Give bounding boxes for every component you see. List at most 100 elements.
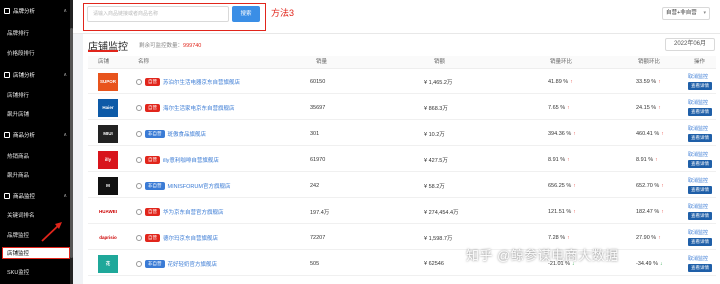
view-details-button[interactable]: 查看详情	[688, 82, 712, 90]
actions-cell: 取消监控 查看详情	[688, 95, 712, 120]
cancel-monitor-link[interactable]: 取消监控	[688, 99, 708, 106]
store-icon	[4, 72, 10, 78]
store-name-link[interactable]: 斑傲食品旗舰店	[168, 130, 207, 138]
cancel-monitor-link[interactable]: 取消监控	[688, 255, 708, 262]
trend-arrow-icon: ↑	[658, 104, 661, 111]
sidebar-scrollbar[interactable]	[70, 0, 73, 284]
sidebar-item-13[interactable]: SKU监控	[0, 266, 73, 278]
view-details-button[interactable]: 查看详情	[688, 238, 712, 246]
view-details-button[interactable]: 查看详情	[688, 264, 712, 272]
revenue-cell: ¥ 1,465.2万	[424, 69, 452, 94]
store-name-link[interactable]: 华为京东自营官方旗舰店	[163, 208, 224, 216]
revenue-cell: ¥ 1,598.7万	[424, 225, 452, 250]
remaining-quota: 剩余可监控数量：999740	[139, 41, 201, 49]
store-logo: MIUI	[98, 124, 118, 143]
remaining-quota-value: 999740	[183, 43, 202, 49]
store-name-link[interactable]: illy意利咖啡自营旗舰店	[163, 156, 219, 164]
sales-cell: 197.4万	[310, 199, 329, 224]
sales-cell: 60150	[310, 69, 325, 94]
sidebar-item-11[interactable]: 品牌监控	[0, 229, 73, 241]
store-type-badge: 非自营	[145, 129, 165, 138]
chevron-up-icon: ∧	[63, 8, 67, 14]
store-name-link[interactable]: MINISFORUM官方旗舰店	[168, 182, 231, 190]
store-type-value: 自营+非自营	[666, 10, 697, 16]
sales-value: 505	[310, 260, 320, 267]
store-type-badge: 非自营	[145, 181, 165, 190]
sidebar-item-1[interactable]: 品牌排行	[0, 27, 73, 39]
select-radio[interactable]	[136, 234, 142, 241]
cancel-monitor-link[interactable]: 取消监控	[688, 177, 708, 184]
table-row: SUPOR 自营 苏泊尔生活电器京东自营旗舰店 60150 ¥ 1,465.2万…	[88, 69, 716, 94]
sidebar-item-2[interactable]: 价格段排行	[0, 47, 73, 59]
select-radio[interactable]	[136, 208, 142, 215]
actions-cell: 取消监控 查看详情	[688, 173, 712, 198]
store-logo: 花	[98, 254, 118, 273]
table-header: 店铺 名称 销量 销额 销量环比 销额环比 操作	[88, 56, 716, 69]
revenue-mom-cell: -34.49 % ↓	[636, 251, 663, 276]
sidebar-item-10[interactable]: 关键词排名	[0, 209, 73, 221]
trend-arrow-icon: ↑	[661, 130, 664, 137]
view-details-button[interactable]: 查看详情	[688, 160, 712, 168]
sidebar-item-4[interactable]: 店铺排行	[0, 89, 73, 101]
select-radio[interactable]	[136, 156, 142, 163]
revenue-mom-cell: 460.41 % ↑	[636, 121, 664, 146]
view-details-button[interactable]: 查看详情	[688, 212, 712, 220]
sidebar-item-8[interactable]: 飙升商品	[0, 169, 73, 181]
sidebar-item-label: 飙升商品	[7, 173, 30, 179]
sales-value: 301	[310, 130, 320, 137]
chart-icon	[4, 8, 10, 14]
chevron-up-icon: ∧	[63, 72, 67, 78]
select-radio[interactable]	[136, 260, 142, 267]
sales-mom-cell: 8.91 % ↑	[548, 147, 570, 172]
select-radio[interactable]	[136, 78, 142, 85]
view-details-button[interactable]: 查看详情	[688, 186, 712, 194]
store-logo: Haier	[98, 98, 118, 117]
search-button[interactable]: 搜索	[232, 6, 260, 22]
chevron-up-icon: ∧	[63, 193, 67, 199]
cancel-monitor-link[interactable]: 取消监控	[688, 229, 708, 236]
sidebar-item-3[interactable]: 店铺分析 ∧	[0, 69, 73, 81]
header-store: 店铺	[98, 59, 110, 65]
sidebar-item-0[interactable]: 品牌分析 ∧	[0, 5, 73, 17]
store-name-link[interactable]: 苏泊尔生活电器京东自营旗舰店	[163, 78, 240, 86]
store-name-link[interactable]: 花好轻奶官方旗舰店	[168, 260, 218, 268]
revenue-mom-cell: 27.90 % ↑	[636, 225, 661, 250]
table-row: M 非自营 MINISFORUM官方旗舰店 242 ¥ 58.2万 656.25…	[88, 173, 716, 198]
sidebar-item-5[interactable]: 飙升店铺	[0, 108, 73, 120]
trend-arrow-icon: ↑	[573, 182, 576, 189]
sidebar-item-12[interactable]: 店铺监控	[2, 247, 70, 259]
store-type-badge: 非自营	[145, 259, 165, 268]
store-logo-cell: illy	[98, 147, 118, 172]
sidebar-item-9[interactable]: 商品监控 ∧	[0, 190, 73, 202]
store-logo-cell: SUPOR	[98, 69, 118, 94]
sales-mom-value: 394.36 %	[548, 130, 572, 137]
revenue-value: ¥ 1,465.2万	[424, 79, 453, 86]
cancel-monitor-link[interactable]: 取消监控	[688, 151, 708, 158]
sidebar-item-7[interactable]: 热销商品	[0, 150, 73, 162]
store-logo: HUAWEI	[98, 202, 118, 221]
store-name-link[interactable]: 德尔玛京东自营旗舰店	[163, 234, 218, 242]
sidebar-scrollbar-thumb[interactable]	[70, 28, 73, 258]
cancel-monitor-link[interactable]: 取消监控	[688, 125, 708, 132]
select-radio[interactable]	[136, 104, 142, 111]
sales-value: 242	[310, 182, 320, 189]
trend-arrow-icon: ↑	[658, 234, 661, 241]
view-details-button[interactable]: 查看详情	[688, 108, 712, 116]
view-details-button[interactable]: 查看详情	[688, 134, 712, 142]
month-picker[interactable]: 2022年06月	[665, 38, 715, 51]
header-actions: 操作	[694, 59, 706, 65]
trend-arrow-icon: ↑	[567, 156, 570, 163]
search-input[interactable]: 请输入商品链接或者商品名称	[87, 6, 229, 22]
store-logo-cell: Haier	[98, 95, 118, 120]
cancel-monitor-link[interactable]: 取消监控	[688, 73, 708, 80]
sidebar-item-label: 关键词排名	[7, 213, 35, 219]
select-radio[interactable]	[136, 182, 142, 189]
store-name-link[interactable]: 海尔生活家电京东自营旗舰店	[163, 104, 235, 112]
revenue-value: ¥ 427.5万	[424, 157, 448, 164]
cancel-monitor-link[interactable]: 取消监控	[688, 203, 708, 210]
sales-mom-cell: 41.89 % ↑	[548, 69, 573, 94]
store-type-select[interactable]: 自营+非自营 ▾	[662, 7, 710, 20]
method-annotation: 方法3	[271, 8, 295, 18]
sidebar-item-6[interactable]: 商品分析 ∧	[0, 129, 73, 141]
select-radio[interactable]	[136, 130, 142, 137]
